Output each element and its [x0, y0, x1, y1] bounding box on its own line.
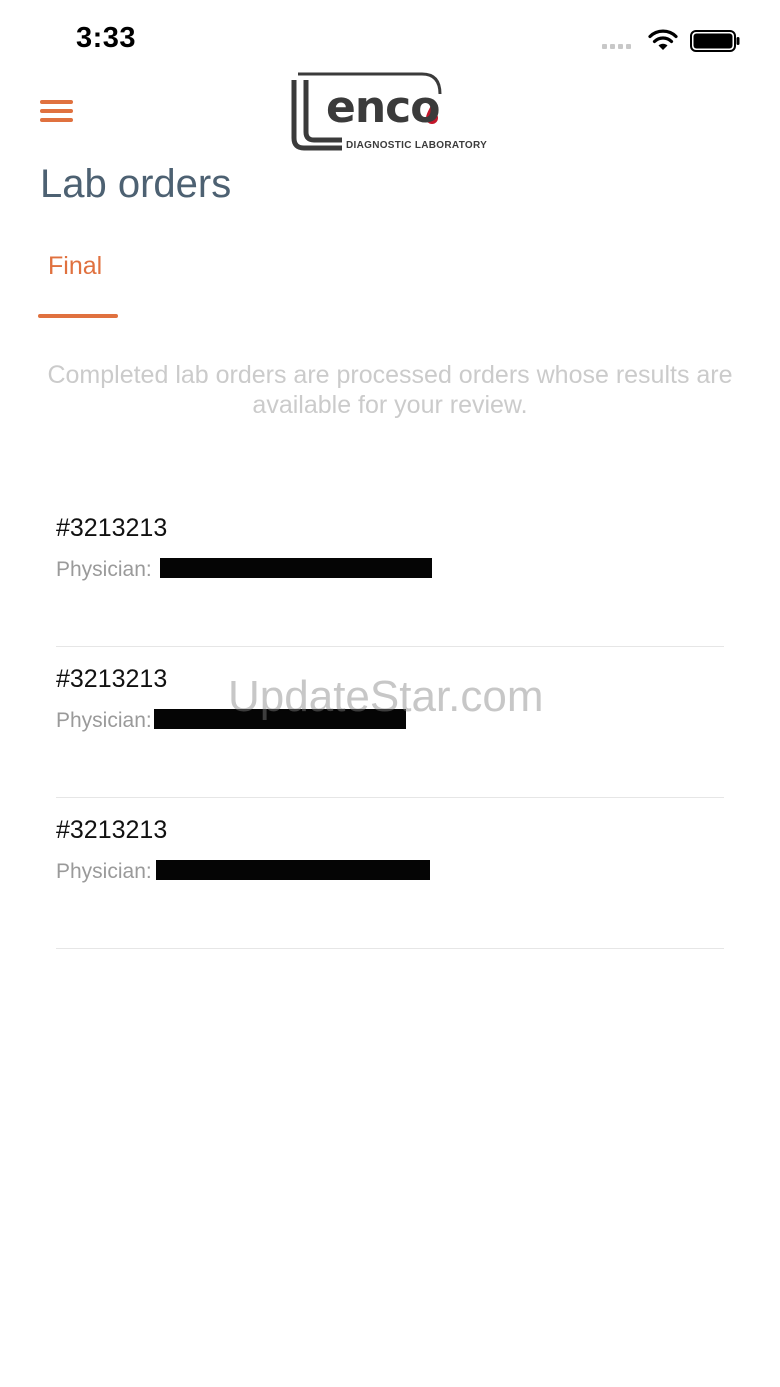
physician-label: Physician:: [56, 860, 152, 883]
wifi-icon: [648, 29, 678, 50]
status-time: 3:33: [76, 22, 137, 54]
physician-name-redacted: [155, 860, 430, 881]
lab-orders-screen: 3:33 enco DIAGNOSTIC LABORATORY Lab orde…: [0, 0, 780, 1387]
lenco-logo: enco DIAGNOSTIC LABORATORY: [290, 68, 490, 154]
logo-subtitle: DIAGNOSTIC LABORATORY: [346, 140, 488, 151]
tab-final-label: Final: [48, 252, 103, 280]
order-number: #3213213: [56, 665, 168, 693]
order-physician: Physician:: [56, 558, 432, 582]
orders-list: #3213213 Physician: #3213213 Physician: …: [56, 496, 724, 949]
hamburger-menu-icon[interactable]: [40, 100, 74, 126]
order-number: #3213213: [56, 514, 168, 542]
order-row[interactable]: #3213213 Physician:: [56, 647, 724, 798]
tab-final[interactable]: Final: [38, 248, 118, 320]
order-physician: Physician:: [56, 709, 406, 733]
physician-name-redacted: [159, 558, 432, 579]
tab-description: Completed lab orders are processed order…: [47, 361, 733, 419]
physician-name-redacted: [153, 709, 406, 730]
logo-wordmark: enco: [326, 82, 440, 133]
physician-label: Physician:: [56, 558, 152, 581]
order-physician: Physician:: [56, 860, 430, 884]
order-number: #3213213: [56, 816, 168, 844]
battery-icon: [690, 30, 740, 52]
tab-active-indicator: [38, 314, 118, 318]
order-row[interactable]: #3213213 Physician:: [56, 496, 724, 647]
signal-icon: [602, 44, 631, 49]
page-title: Lab orders: [40, 162, 232, 206]
physician-label: Physician:: [56, 709, 152, 732]
order-row[interactable]: #3213213 Physician:: [56, 798, 724, 949]
